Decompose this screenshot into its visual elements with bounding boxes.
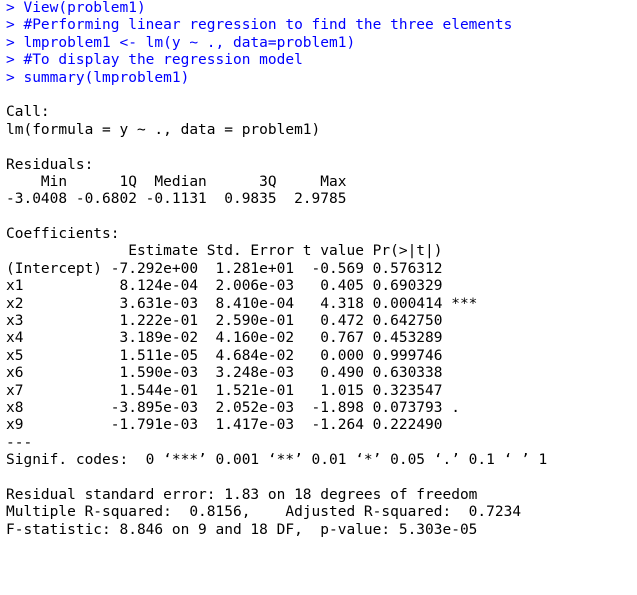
f-statistic: F-statistic: 8.846 on 9 and 18 DF, p-val…: [6, 521, 478, 538]
signif-codes: Signif. codes: 0 ‘***’ 0.001 ‘**’ 0.01 ‘…: [6, 452, 548, 469]
coefficient-row: x6 1.590e-03 3.248e-03 0.490 0.630338: [6, 365, 478, 382]
console-command: > View(problem1): [6, 0, 146, 16]
residuals-labels: Min 1Q Median 3Q Max: [6, 173, 356, 190]
console-command: > #Performing linear regression to find …: [6, 17, 513, 34]
console-command: > lmproblem1 <- lm(y ~ ., data=problem1): [6, 34, 356, 51]
call-header: Call:: [6, 104, 50, 121]
residual-standard-error: Residual standard error: 1.83 on 18 degr…: [6, 486, 478, 503]
r-console: > View(problem1) > #Performing linear re…: [6, 0, 634, 539]
separator-line: ---: [6, 434, 33, 451]
call-formula: lm(formula = y ~ ., data = problem1): [6, 121, 321, 138]
coefficient-row: x8 -3.895e-03 2.052e-03 -1.898 0.073793 …: [6, 399, 478, 416]
coefficients-header: Coefficients:: [6, 226, 120, 243]
coefficients-columns: Estimate Std. Error t value Pr(>|t|): [6, 243, 478, 260]
coefficient-row: x4 3.189e-02 4.160e-02 0.767 0.453289: [6, 330, 478, 347]
coefficient-row: x2 3.631e-03 8.410e-04 4.318 0.000414 **…: [6, 295, 478, 312]
residuals-header: Residuals:: [6, 156, 94, 173]
console-command: > summary(lmproblem1): [6, 69, 190, 86]
coefficient-row: x5 1.511e-05 4.684e-02 0.000 0.999746: [6, 347, 478, 364]
coefficient-row: x1 8.124e-04 2.006e-03 0.405 0.690329: [6, 278, 478, 295]
r-squared: Multiple R-squared: 0.8156, Adjusted R-s…: [6, 504, 530, 521]
residuals-values: -3.0408 -0.6802 -0.1131 0.9835 2.9785: [6, 191, 356, 208]
coefficient-row: (Intercept) -7.292e+00 1.281e+01 -0.569 …: [6, 260, 478, 277]
coefficient-row: x7 1.544e-01 1.521e-01 1.015 0.323547: [6, 382, 478, 399]
console-command: > #To display the regression model: [6, 52, 303, 69]
coefficient-row: x3 1.222e-01 2.590e-01 0.472 0.642750: [6, 313, 478, 330]
coefficient-row: x9 -1.791e-03 1.417e-03 -1.264 0.222490: [6, 417, 478, 434]
